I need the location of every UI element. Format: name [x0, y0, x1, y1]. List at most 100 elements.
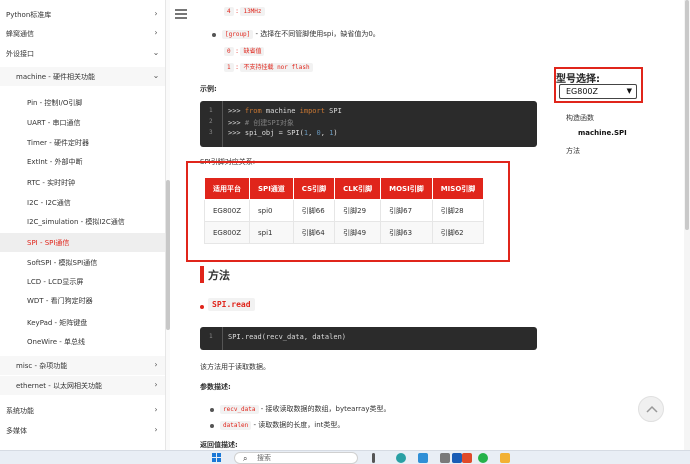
inline-code: 1 — [224, 63, 234, 72]
sidebar-item-label: UART - 串口通信 — [27, 118, 81, 127]
edge-browser-icon[interactable] — [396, 453, 406, 463]
sidebar-item-extint[interactable]: ExtInt - 外部中断 — [0, 152, 165, 171]
sidebar-item-keypad[interactable]: KeyPad - 矩阵键盘 — [0, 313, 165, 332]
inline-code: 不支持挂载 nor flash — [240, 63, 313, 72]
sidebar-item-pin[interactable]: Pin - 控制I/O引脚 — [0, 93, 165, 112]
code-keyword: import — [299, 107, 325, 115]
sidebar-item-label: 外设接口 — [6, 49, 34, 58]
sidebar-item-label: I2C - I2C通信 — [27, 198, 71, 207]
outlook-icon[interactable] — [452, 453, 462, 463]
code-text: SPI — [324, 107, 342, 115]
taskbar-search[interactable]: ⌕ 搜索 — [234, 452, 358, 464]
group-option-0: 0 : 缺省值 — [224, 46, 265, 56]
sidebar-item-peripherals[interactable]: 外设接口 ⌄ — [0, 44, 165, 63]
line-number: 3 — [209, 129, 213, 136]
wechat-icon[interactable] — [478, 453, 488, 463]
bullet — [210, 424, 214, 428]
taskbar: ⌕ 搜索 — [0, 450, 690, 464]
toc-item-methods[interactable]: 方法 — [566, 146, 580, 156]
app-icon[interactable] — [418, 453, 428, 463]
menu-icon[interactable] — [175, 9, 187, 19]
code-text: , — [308, 129, 317, 137]
bullet — [210, 408, 214, 412]
toc-item-constructor[interactable]: 构造函数 — [566, 113, 594, 123]
sidebar-item-cellular[interactable]: 蜂窝通信 › — [0, 24, 165, 43]
sidebar-item-i2c-simulation[interactable]: I2C_simulation - 模拟I2C通信 — [0, 212, 165, 231]
sidebar-item-misc[interactable]: misc - 杂项功能 › — [0, 356, 165, 375]
code-comment: # 创建SPI对象 — [244, 119, 294, 127]
page-scrollbar-thumb[interactable] — [685, 0, 689, 230]
sidebar-item-multimedia[interactable]: 多媒体 › — [0, 421, 165, 440]
line-number: 2 — [209, 118, 213, 125]
sidebar-item-label: KeyPad - 矩阵键盘 — [27, 318, 88, 327]
param-desc: - 接收读取数据的数组，bytearray类型。 — [260, 405, 391, 413]
line-number: 1 — [209, 333, 213, 340]
app-icon[interactable] — [440, 453, 450, 463]
sidebar-item-ethernet[interactable]: ethernet - 以太网相关功能 › — [0, 376, 165, 395]
chevron-right-icon: › — [154, 360, 158, 369]
sidebar-item-label: WDT - 看门狗定时器 — [27, 296, 93, 305]
sidebar-item-timer[interactable]: Timer - 硬件定时器 — [0, 133, 165, 152]
sidebar-item-i2c[interactable]: I2C - I2C通信 — [0, 193, 165, 212]
methods-heading: 方法 — [208, 269, 230, 282]
sidebar-item-uart[interactable]: UART - 串口通信 — [0, 113, 165, 132]
sidebar-item-rtc[interactable]: RTC - 实时时钟 — [0, 173, 165, 192]
sidebar-item-label: OneWire - 单总线 — [27, 337, 85, 346]
inline-code: datalen — [220, 421, 252, 430]
sidebar-item-label: ethernet - 以太网相关功能 — [16, 381, 103, 390]
code-prompt: >>> — [228, 107, 245, 115]
chevron-up-icon — [646, 405, 658, 413]
code-text: ) — [333, 129, 338, 137]
sidebar-item-label: I2C_simulation - 模拟I2C通信 — [27, 217, 125, 226]
bullet — [200, 305, 204, 309]
chevron-right-icon: › — [154, 380, 158, 389]
sidebar-item-label: machine - 硬件相关功能 — [16, 72, 96, 81]
code-text: machine — [261, 107, 300, 115]
chevron-right-icon: › — [154, 425, 158, 434]
param-desc: - 读取数据的长度，int类型。 — [253, 421, 345, 429]
sidebar-item-lcd[interactable]: LCD - LCD显示屏 — [0, 272, 165, 291]
method-signature-block[interactable]: 1 SPI.read(recv_data, datalen) — [200, 327, 537, 350]
sidebar-item-softspi[interactable]: SoftSPI - 模拟SPI通信 — [0, 253, 165, 272]
inline-code: 4 — [224, 7, 234, 16]
example-code-block[interactable]: 1 >>> from machine import SPI 2 >>> # 创建… — [200, 101, 537, 147]
code-text: spi_obj = SPI( — [244, 129, 304, 137]
sidebar-item-onewire[interactable]: OneWire - 单总线 — [0, 332, 165, 351]
back-to-top-button[interactable] — [638, 396, 664, 422]
sidebar-item-label: RTC - 实时时钟 — [27, 178, 76, 187]
sidebar-item-spi[interactable]: SPI - SPI通信 — [0, 233, 165, 252]
task-view-icon[interactable] — [372, 453, 375, 463]
param-datalen: datalen - 读取数据的长度，int类型。 — [220, 420, 344, 430]
sidebar-item-label: 多媒体 — [6, 426, 27, 435]
sidebar-nav: Python标准库 › 蜂窝通信 › 外设接口 ⌄ machine - 硬件相关… — [0, 0, 166, 450]
sidebar-item-machine[interactable]: machine - 硬件相关功能 ⌄ — [0, 67, 165, 86]
app-icon[interactable] — [462, 453, 472, 463]
highlight-box-table — [186, 161, 510, 262]
page-scrollbar[interactable] — [684, 0, 690, 450]
method-name-row: SPI.read — [208, 298, 255, 311]
inline-code: [group] — [222, 30, 254, 39]
line-number: 1 — [209, 107, 213, 114]
inline-code: 13MHz — [240, 7, 265, 16]
toc-item-machine-spi[interactable]: machine.SPI — [578, 129, 627, 137]
file-explorer-icon[interactable] — [500, 453, 510, 463]
group-param-row: [group] - 选择在不同管脚使用spi，缺省值为0。 — [222, 29, 380, 39]
code-text: SPI.read(recv_data, datalen) — [228, 333, 347, 341]
inline-code: 0 — [224, 47, 234, 56]
inline-code: 缺省值 — [240, 47, 265, 56]
sidebar-item-label: Pin - 控制I/O引脚 — [27, 98, 83, 107]
inline-code: recv_data — [220, 405, 259, 414]
sidebar-item-label: 系统功能 — [6, 406, 34, 415]
sidebar-item-wdt[interactable]: WDT - 看门狗定时器 — [0, 291, 165, 310]
chevron-down-icon: ⌄ — [152, 48, 160, 57]
bullet — [212, 33, 216, 37]
sidebar-item-label: SoftSPI - 模拟SPI通信 — [27, 258, 98, 267]
group-param-desc: - 选择在不同管脚使用spi，缺省值为0。 — [255, 30, 380, 38]
params-heading: 参数描述: — [200, 383, 231, 391]
method-description: 该方法用于读取数据。 — [200, 363, 270, 371]
sidebar-item-python-stdlib[interactable]: Python标准库 › — [0, 5, 165, 24]
highlight-box-model — [554, 67, 643, 103]
code-keyword: from — [244, 107, 262, 115]
sidebar-item-system[interactable]: 系统功能 › — [0, 401, 165, 420]
windows-start-icon[interactable] — [212, 453, 222, 463]
